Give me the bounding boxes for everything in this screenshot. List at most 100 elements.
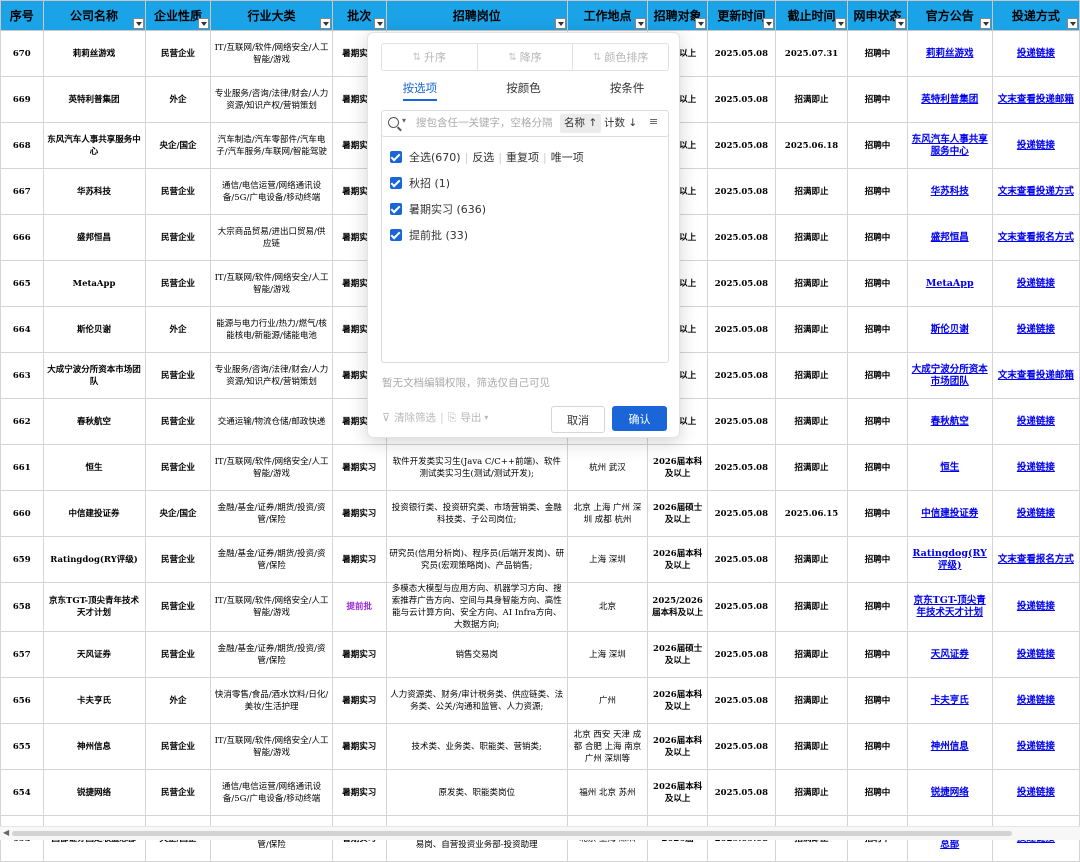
- deadline-cell[interactable]: 2025.06.15: [774, 490, 849, 537]
- announcement-link[interactable]: 神州信息: [931, 741, 969, 752]
- position-cell[interactable]: 技术类、业务类、职能类、营销类;: [385, 723, 568, 770]
- row-index-cell[interactable]: 669: [0, 76, 44, 123]
- target-cell[interactable]: 2025/2026届本科及以上: [647, 582, 708, 632]
- company-name-cell[interactable]: 京东TGT-顶尖青年技术天才计划: [42, 582, 146, 632]
- announcement-link[interactable]: 大成宁波分所资本市场团队: [912, 364, 988, 387]
- row-index-cell[interactable]: 657: [0, 631, 44, 678]
- industry-cell[interactable]: IT/互联网/软件/网络安全/人工智能/游戏: [210, 723, 333, 770]
- apply-link[interactable]: 投递链接: [1017, 695, 1055, 706]
- select-all-label[interactable]: 全选(670): [409, 149, 461, 165]
- horizontal-scrollbar[interactable]: ◀: [0, 826, 1080, 840]
- company-type-cell[interactable]: 民营企业: [144, 582, 212, 632]
- position-cell[interactable]: 投资银行类、投资研究类、市场营销类、金融科技类、子公司岗位;: [385, 490, 568, 537]
- apply-link[interactable]: 文末查看投递邮箱: [998, 94, 1074, 105]
- status-badge-cell[interactable]: 招聘中: [847, 723, 908, 770]
- status-badge-cell[interactable]: 招聘中: [847, 260, 908, 307]
- tab-by-color[interactable]: 按颜色: [472, 77, 576, 103]
- location-cell[interactable]: 上海 深圳: [566, 631, 649, 678]
- company-name-cell[interactable]: 东风汽车人事共享服务中心: [42, 122, 146, 169]
- industry-cell[interactable]: 交通运输/物流仓储/邮政快递: [210, 398, 333, 445]
- updated-date-cell[interactable]: 2025.05.08: [706, 214, 776, 261]
- row-index-cell[interactable]: 667: [0, 168, 44, 215]
- option-checkbox[interactable]: [390, 177, 402, 189]
- industry-cell[interactable]: IT/互联网/软件/网络安全/人工智能/游戏: [210, 260, 333, 307]
- column-filter-dropdown-icon[interactable]: [894, 18, 906, 29]
- target-cell[interactable]: 2026届本科及以上: [647, 723, 708, 770]
- batch-cell[interactable]: 暑期实习: [331, 631, 387, 678]
- company-name-cell[interactable]: 春秋航空: [42, 398, 146, 445]
- tab-by-condition[interactable]: 按条件: [575, 77, 679, 103]
- position-cell[interactable]: 人力资源类、财务/审计税务类、供应链类、法务类、公关/沟通和监管、人力资源;: [385, 677, 568, 724]
- chevron-down-icon[interactable]: ▾: [402, 116, 406, 125]
- updated-date-cell[interactable]: 2025.05.08: [706, 582, 776, 632]
- apply-link[interactable]: 投递链接: [1017, 508, 1055, 519]
- status-badge-cell[interactable]: 招聘中: [847, 30, 908, 77]
- apply-link[interactable]: 投递链接: [1017, 324, 1055, 335]
- industry-cell[interactable]: IT/互联网/软件/网络安全/人工智能/游戏: [210, 444, 333, 491]
- apply-link[interactable]: 投递链接: [1017, 140, 1055, 151]
- company-name-cell[interactable]: 英特利普集团: [42, 76, 146, 123]
- status-badge-cell[interactable]: 招聘中: [847, 769, 908, 816]
- company-type-cell[interactable]: 民营企业: [144, 536, 212, 583]
- company-name-cell[interactable]: Ratingdog(RY评级): [42, 536, 146, 583]
- row-index-cell[interactable]: 664: [0, 306, 44, 353]
- company-name-cell[interactable]: MetaApp: [42, 260, 146, 307]
- sort-asc-button[interactable]: ⇅ 升序: [382, 44, 478, 70]
- deadline-cell[interactable]: 招满即止: [774, 168, 849, 215]
- industry-cell[interactable]: 专业服务/咨询/法律/财会/人力资源/知识产权/营销策划: [210, 76, 333, 123]
- column-filter-dropdown-icon[interactable]: [979, 18, 991, 29]
- apply-link[interactable]: 投递链接: [1017, 416, 1055, 427]
- status-badge-cell[interactable]: 招聘中: [847, 677, 908, 724]
- column-filter-dropdown-icon[interactable]: [762, 18, 774, 29]
- row-index-cell[interactable]: 655: [0, 723, 44, 770]
- batch-cell[interactable]: 暑期实习: [331, 769, 387, 816]
- scroll-left-icon[interactable]: ◀: [3, 828, 9, 837]
- row-index-cell[interactable]: 663: [0, 352, 44, 399]
- batch-cell[interactable]: 暑期实习: [331, 444, 387, 491]
- row-index-cell[interactable]: 656: [0, 677, 44, 724]
- location-cell[interactable]: 杭州 武汉: [566, 444, 649, 491]
- position-cell[interactable]: 原发类、职能类岗位: [385, 769, 568, 816]
- sort-desc-button[interactable]: ⇅ 降序: [478, 44, 574, 70]
- apply-link[interactable]: 投递链接: [1017, 649, 1055, 660]
- batch-cell[interactable]: 暑期实习: [331, 490, 387, 537]
- company-type-cell[interactable]: 外企: [144, 76, 212, 123]
- batch-cell[interactable]: 提前批: [331, 582, 387, 632]
- row-index-cell[interactable]: 668: [0, 122, 44, 169]
- duplicates-link[interactable]: 重复项: [506, 149, 539, 165]
- company-name-cell[interactable]: 斯伦贝谢: [42, 306, 146, 353]
- batch-cell[interactable]: 暑期实习: [331, 677, 387, 724]
- row-index-cell[interactable]: 661: [0, 444, 44, 491]
- cancel-button[interactable]: 取消: [551, 406, 605, 433]
- batch-cell[interactable]: 暑期实习: [331, 536, 387, 583]
- company-type-cell[interactable]: 民营企业: [144, 260, 212, 307]
- updated-date-cell[interactable]: 2025.05.08: [706, 168, 776, 215]
- column-filter-dropdown-icon[interactable]: [319, 18, 331, 29]
- announcement-link[interactable]: 京东TGT-顶尖青年技术天才计划: [914, 595, 986, 618]
- select-all-checkbox[interactable]: [390, 151, 402, 163]
- deadline-cell[interactable]: 招满即止: [774, 677, 849, 724]
- location-cell[interactable]: 广州: [566, 677, 649, 724]
- deadline-cell[interactable]: 招满即止: [774, 260, 849, 307]
- updated-date-cell[interactable]: 2025.05.08: [706, 536, 776, 583]
- target-cell[interactable]: 2026届本科及以上: [647, 769, 708, 816]
- deadline-cell[interactable]: 招满即止: [774, 582, 849, 632]
- announcement-link[interactable]: 春秋航空: [931, 416, 969, 427]
- option-checkbox[interactable]: [390, 203, 402, 215]
- column-filter-dropdown-icon[interactable]: [694, 18, 706, 29]
- sort-color-button[interactable]: ⇅ 颜色排序: [573, 44, 668, 70]
- announcement-link[interactable]: 天风证券: [931, 649, 969, 660]
- apply-link[interactable]: 投递链接: [1017, 787, 1055, 798]
- industry-cell[interactable]: 金融/基金/证券/期货/投资/资管/保险: [210, 631, 333, 678]
- updated-date-cell[interactable]: 2025.05.08: [706, 30, 776, 77]
- announcement-link[interactable]: 中信建投证券: [921, 508, 978, 519]
- filter-option-summer-intern[interactable]: 暑期实习 (636): [390, 199, 486, 219]
- industry-cell[interactable]: 能源与电力行业/热力/燃气/核能核电/新能源/储能电池: [210, 306, 333, 353]
- column-filter-dropdown-icon[interactable]: [373, 18, 385, 29]
- announcement-link[interactable]: 卡夫亨氏: [931, 695, 969, 706]
- announcement-link[interactable]: Ratingdog(RY评级): [913, 548, 987, 571]
- status-badge-cell[interactable]: 招聘中: [847, 306, 908, 353]
- filter-search-input[interactable]: ▾ 搜包含任一关键字，空格分隔 名称 ↑ 计数 ↓ ≡: [381, 110, 669, 137]
- company-type-cell[interactable]: 民营企业: [144, 769, 212, 816]
- company-name-cell[interactable]: 卡夫亨氏: [42, 677, 146, 724]
